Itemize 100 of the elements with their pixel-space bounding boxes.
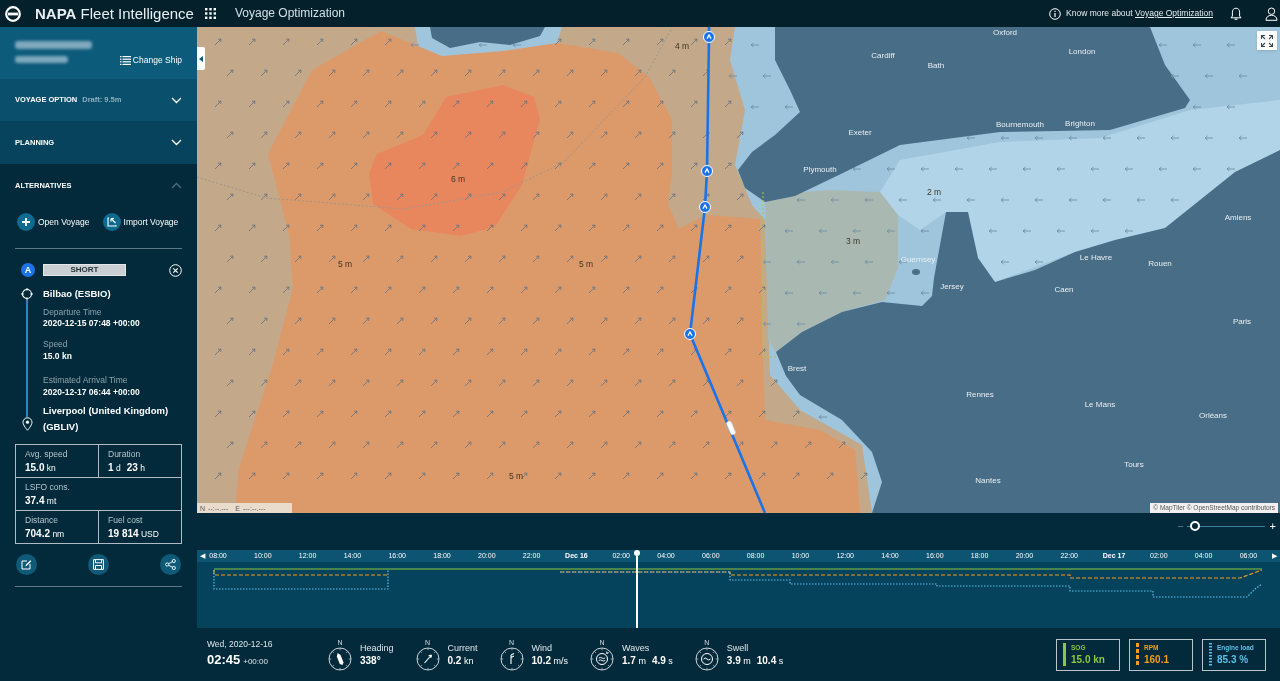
info-icon[interactable] (1049, 7, 1062, 20)
stat-value: 15.0 kn (25, 461, 57, 475)
condition-label: Heading (360, 642, 394, 654)
condition-label: Wind (531, 642, 554, 654)
save-button[interactable] (88, 554, 109, 575)
wave-height-label: 4 m (674, 41, 690, 51)
condition-value: 338° (360, 654, 382, 667)
stat-label: Duration (108, 449, 142, 459)
place-label: Paris (1232, 317, 1252, 327)
fullscreen-button[interactable] (1257, 31, 1277, 50)
user-icon[interactable] (1265, 6, 1278, 21)
stat-label: Fuel cost (108, 515, 144, 525)
zoom-slider-track[interactable] (1186, 521, 1265, 531)
place-label: Bath (927, 61, 945, 71)
zoom-slider-thumb[interactable] (1189, 521, 1200, 531)
stat-value: 19 814 USD (108, 527, 160, 541)
island (912, 269, 920, 275)
date-label: Wed, 2020-12-16 (207, 639, 274, 650)
wave-height-label: 5 m (337, 259, 353, 269)
time-cursor[interactable] (634, 550, 640, 628)
metric-value: 15.0 kn (1071, 652, 1105, 666)
wave-height-label: 5 m (508, 471, 524, 481)
current-compass-icon (415, 646, 440, 671)
pencil-icon (21, 559, 32, 570)
place-label: London (1068, 47, 1096, 57)
place-label: Le Mans (1084, 400, 1116, 410)
timezone-label: +00:00 (243, 657, 268, 667)
change-ship-button[interactable]: Change Ship (119, 55, 182, 66)
place-label: Bournemouth (996, 120, 1044, 130)
destination-port: Liverpool (United Kingdom) (GBLIV) (43, 404, 170, 434)
module-title: Voyage Optimization (234, 6, 346, 21)
stat-value: 704.2 nm (25, 527, 66, 541)
field-value: 2020-12-17 06:44 +00:00 (43, 387, 141, 398)
place-label: Nantes (975, 476, 1001, 486)
stat-label: LSFO cons. (25, 482, 71, 492)
field-label: Estimated Arrival Time (43, 375, 129, 385)
location-pin-icon (21, 417, 33, 431)
plus-icon (17, 213, 35, 231)
wave-height-label: 3 m (845, 236, 861, 246)
time-label: 02:45 (207, 652, 241, 667)
wave-height-label: 5 m (578, 259, 594, 269)
stat-value: 1 d 23 h (108, 461, 146, 475)
place-label: Cardiff (871, 51, 895, 61)
condition-value: 3.9 m 10.4 s (726, 654, 784, 667)
field-value: 15.0 kn (43, 351, 73, 362)
collapse-sidebar-button[interactable] (197, 47, 205, 70)
list-icon (119, 56, 131, 65)
condition-value: 10.2 m/s (531, 654, 568, 667)
stat-label: Avg. speed (25, 449, 69, 459)
place-label: Caen (1054, 285, 1074, 295)
origin-icon (21, 288, 33, 300)
logo-icon (5, 5, 21, 22)
wave-height-label: 2 m (926, 187, 942, 197)
place-label: Exeter (848, 128, 872, 138)
floppy-disk-icon (93, 559, 104, 570)
help-link[interactable]: Voyage Optimization (1135, 8, 1213, 18)
notifications-icon[interactable] (1230, 6, 1242, 21)
condition-label: Waves (622, 642, 651, 654)
close-icon[interactable] (169, 263, 182, 277)
place-label: Brighton (1065, 119, 1095, 129)
open-voyage-button[interactable]: Open Voyage (17, 213, 90, 231)
import-voyage-button[interactable]: Import Voyage (102, 213, 179, 231)
app-title: NAPA Fleet Intelligence (35, 4, 194, 23)
zoom-in-button[interactable]: + (1269, 521, 1276, 531)
place-label: Plymouth (803, 165, 837, 175)
waypoint-icon[interactable] (684, 328, 696, 340)
help-text: Know more about Voyage Optimization (1066, 8, 1213, 19)
fullscreen-icon (1261, 34, 1273, 47)
field-label: Departure Time (43, 307, 103, 317)
route-badge: A (21, 263, 35, 277)
redacted-ship-id (15, 56, 68, 63)
place-label: Tours (1124, 460, 1144, 470)
place-label: Orléans (1199, 411, 1227, 421)
metric-value: 160.1 (1144, 652, 1170, 666)
wind-compass-icon (499, 646, 524, 671)
heading-compass-icon (328, 646, 352, 671)
metric-value: 85.3 % (1217, 652, 1250, 666)
place-label: Amiens (1224, 213, 1252, 223)
place-label: Rennes (966, 390, 994, 400)
wave-height-label: 6 m (450, 174, 466, 184)
apps-grid-icon[interactable] (204, 8, 216, 19)
place-label: Oxford (993, 28, 1017, 38)
route-name-label: SHORT (43, 264, 126, 276)
condition-value: 1.7 m 4.9 s (622, 654, 673, 667)
ship-marker-icon (725, 420, 737, 436)
waves-compass-icon (590, 646, 614, 671)
place-label: Rouen (1148, 259, 1172, 269)
edit-button[interactable] (16, 554, 37, 575)
waypoint-icon[interactable] (703, 31, 715, 43)
condition-label: Current (447, 642, 478, 654)
zoom-out-button[interactable]: − (1177, 521, 1184, 531)
field-label: Speed (43, 339, 69, 349)
swell-compass-icon (694, 646, 719, 671)
waypoint-icon[interactable] (699, 201, 711, 213)
waypoint-icon[interactable] (701, 165, 713, 177)
stat-label: Distance (25, 515, 60, 525)
caret-left-icon (199, 55, 203, 62)
origin-port: Bilbao (ESBIO) (43, 288, 112, 300)
share-button[interactable] (160, 554, 181, 575)
place-label: Brest (787, 364, 807, 374)
